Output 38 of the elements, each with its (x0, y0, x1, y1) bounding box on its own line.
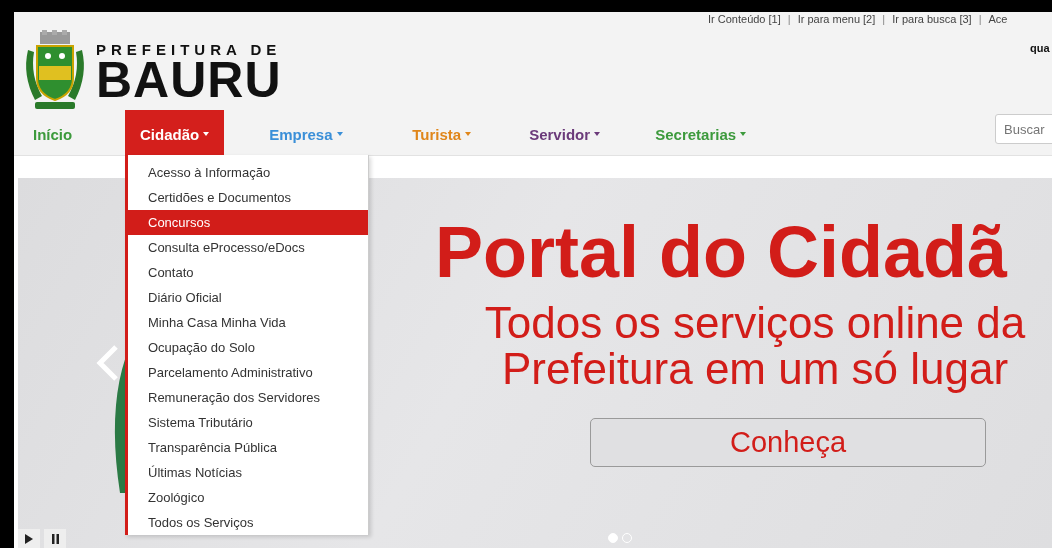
menu-item[interactable]: Consulta eProcesso/eDocs (128, 235, 368, 260)
pause-button[interactable] (44, 529, 66, 548)
nav-tab[interactable]: Cidadão (125, 110, 225, 158)
menu-item[interactable]: Ocupação do Solo (128, 335, 368, 360)
link-separator: | (881, 13, 887, 25)
play-icon (25, 533, 33, 544)
skip-link[interactable]: Ir para busca [3] (892, 13, 972, 25)
menu-item[interactable]: Últimas Notícias (128, 460, 368, 485)
link-separator: | (977, 13, 983, 25)
header-text: qua (1030, 42, 1050, 54)
learn-more-button[interactable]: Conheça (590, 418, 986, 467)
menu-item[interactable]: Remuneração dos Servidores (128, 385, 368, 410)
banner-text: Prefeitura em um só lugar (500, 346, 1010, 392)
menu-item[interactable]: Concursos (128, 210, 368, 235)
menu-item[interactable]: Todos os Serviços (128, 510, 368, 535)
menu-item[interactable]: Diário Oficial (128, 285, 368, 310)
play-button[interactable] (18, 529, 40, 548)
search-field[interactable]: Buscar (995, 114, 1052, 144)
skip-link[interactable]: Ir para menu [2] (797, 13, 876, 25)
skip-link[interactable]: Ir Conteúdo [1] (708, 13, 781, 25)
menu-item[interactable]: Contato (128, 260, 368, 285)
menu-item[interactable]: Minha Casa Minha Vida (128, 310, 368, 335)
menu-item[interactable]: Zoológico (128, 485, 368, 510)
menu-item[interactable]: Sistema Tributário (128, 410, 368, 435)
banner-text: Todos os serviços online da (483, 300, 1027, 346)
skip-link[interactable]: Ace (988, 13, 1008, 25)
logo-subtitle: PREFEITURA DE (96, 40, 282, 58)
logo-title: BAURU (96, 57, 282, 102)
pause-icon (51, 533, 59, 544)
chevron-left-icon[interactable] (96, 345, 118, 381)
carousel-dot[interactable] (608, 533, 618, 543)
link-separator: | (786, 13, 792, 25)
menu-item[interactable]: Transparência Pública (128, 435, 368, 460)
menu-item[interactable]: Certidões e Documentos (128, 185, 368, 210)
banner-heading: Portal do Cidadã (435, 216, 1009, 288)
nav-tab[interactable]: Servidor (529, 110, 656, 158)
menu-item[interactable]: Parcelamento Administrativo (128, 360, 368, 385)
menu-item[interactable]: Acesso à Informação (128, 160, 368, 185)
